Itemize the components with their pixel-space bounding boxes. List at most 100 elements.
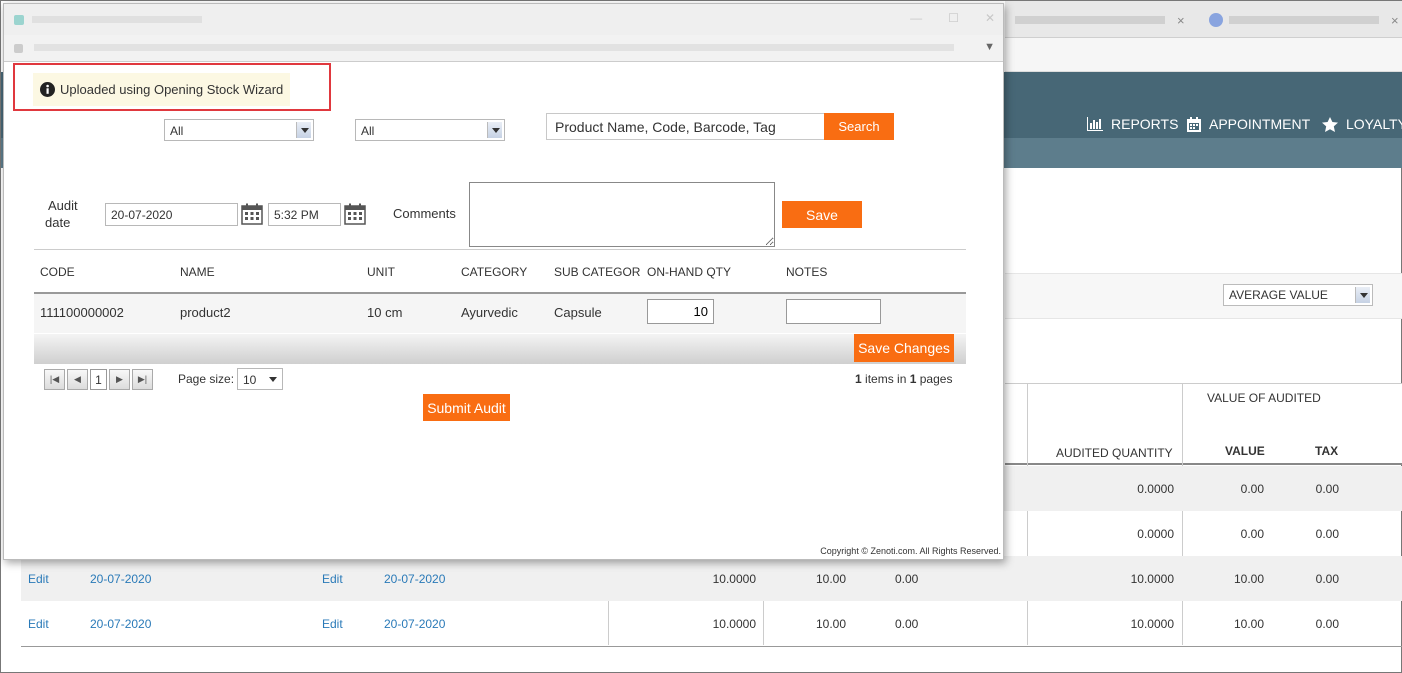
pager: |◀ ◀ 1 ▶ ▶| bbox=[44, 369, 153, 390]
chevron-down-icon[interactable]: ▼ bbox=[984, 41, 995, 53]
audit-date-label-line2: date bbox=[45, 215, 71, 230]
browser-tab-strip: × × bbox=[1005, 1, 1402, 38]
on-hand-qty-input[interactable] bbox=[647, 299, 714, 324]
edit-link[interactable]: Edit bbox=[28, 617, 49, 631]
page-size-value: 10 bbox=[243, 373, 257, 387]
window-controls: — ☐ ✕ bbox=[910, 11, 995, 25]
chevron-down-icon bbox=[487, 122, 502, 138]
close-icon[interactable]: ✕ bbox=[985, 11, 995, 25]
pages-text: pages bbox=[919, 372, 953, 386]
current-page[interactable]: 1 bbox=[90, 369, 107, 390]
audit-popup-window: — ☐ ✕ ▼ Uploaded using Opening Stock Wiz… bbox=[3, 3, 1004, 560]
edit-link[interactable]: Edit bbox=[322, 617, 343, 631]
cell-code: 111100000002 bbox=[40, 305, 124, 320]
last-page-icon[interactable]: ▶| bbox=[132, 369, 153, 390]
next-page-icon[interactable]: ▶ bbox=[109, 369, 130, 390]
items-count: 1 bbox=[855, 372, 862, 386]
date-link[interactable]: 20-07-2020 bbox=[90, 572, 151, 586]
cell-tax: 0.00 bbox=[1315, 527, 1339, 541]
popup-title-bar: — ☐ ✕ bbox=[4, 4, 1003, 35]
cell-category: Ayurvedic bbox=[461, 305, 518, 320]
subcategory-filter-select[interactable]: All bbox=[355, 119, 505, 141]
comments-label: Comments bbox=[393, 206, 456, 221]
cell-unit: 10 cm bbox=[367, 305, 403, 320]
category-filter-select[interactable]: All bbox=[164, 119, 314, 141]
browser-address-bar bbox=[1005, 38, 1402, 72]
submit-audit-button[interactable]: Submit Audit bbox=[423, 394, 510, 421]
cell-sub-category: Capsule bbox=[554, 305, 602, 320]
bar-chart-icon bbox=[1087, 117, 1103, 131]
date-link[interactable]: 20-07-2020 bbox=[384, 617, 445, 631]
col-on-hand-qty: ON-HAND QTY bbox=[647, 265, 731, 279]
cell-value: 10.00 bbox=[815, 617, 846, 631]
edit-link[interactable]: Edit bbox=[322, 572, 343, 586]
items-summary: 1 items in 1 pages bbox=[855, 372, 952, 386]
nav-label: APPOINTMENT bbox=[1209, 116, 1311, 132]
cell-tax: 0.00 bbox=[1315, 482, 1339, 496]
url-blurred bbox=[34, 44, 954, 51]
col-tax: TAX bbox=[1315, 444, 1339, 458]
calendar-icon[interactable] bbox=[241, 203, 263, 225]
cell-tax: 0.00 bbox=[895, 617, 919, 631]
col-code: CODE bbox=[40, 265, 75, 279]
popup-address-bar: ▼ bbox=[4, 35, 1003, 62]
cell-audited-qty: 0.0000 bbox=[1137, 482, 1174, 496]
cell-audited-qty: 10.0000 bbox=[1130, 617, 1174, 631]
save-button[interactable]: Save bbox=[782, 201, 862, 228]
star-icon bbox=[1322, 116, 1338, 132]
notes-input[interactable] bbox=[786, 299, 881, 324]
grid-footer bbox=[34, 334, 966, 364]
audit-date-input[interactable] bbox=[105, 203, 238, 226]
edit-link[interactable]: Edit bbox=[28, 572, 49, 586]
product-name-link[interactable]: product2 bbox=[180, 305, 231, 320]
audit-date-label: Audit bbox=[48, 198, 78, 213]
nav-reports[interactable]: REPORTS bbox=[1087, 116, 1178, 132]
nav-appointment[interactable]: APPOINTMENT bbox=[1187, 116, 1310, 132]
cell-value: 0.00 bbox=[1240, 482, 1264, 496]
col-name: NAME bbox=[180, 265, 215, 279]
cell-value: 10.00 bbox=[1233, 572, 1264, 586]
minimize-icon[interactable]: — bbox=[910, 11, 922, 25]
nav-loyalty[interactable]: LOYALTY bbox=[1322, 116, 1402, 132]
subcategory-filter-value: All bbox=[361, 124, 375, 138]
page-size-select[interactable]: 10 bbox=[237, 368, 283, 390]
cell-value: 10.00 bbox=[1233, 617, 1264, 631]
value-type-select[interactable]: AVERAGE VALUE bbox=[1223, 284, 1373, 306]
audit-time-input[interactable] bbox=[268, 203, 341, 226]
category-filter-value: All bbox=[170, 124, 184, 138]
prev-page-icon[interactable]: ◀ bbox=[67, 369, 88, 390]
search-button[interactable]: Search bbox=[824, 113, 894, 140]
comments-textarea[interactable] bbox=[469, 182, 775, 247]
maximize-icon[interactable]: ☐ bbox=[948, 11, 959, 25]
chevron-down-icon bbox=[1355, 287, 1370, 303]
nav-label: LOYALTY bbox=[1346, 116, 1402, 132]
col-value: VALUE bbox=[1225, 444, 1265, 458]
cell-tax: 0.00 bbox=[1315, 572, 1339, 586]
col-unit: UNIT bbox=[367, 265, 395, 279]
date-link[interactable]: 20-07-2020 bbox=[90, 617, 151, 631]
cell-audited-qty: 0.0000 bbox=[1137, 527, 1174, 541]
first-page-icon[interactable]: |◀ bbox=[44, 369, 65, 390]
items-text: items in bbox=[865, 372, 907, 386]
cell-quantity: 10.0000 bbox=[712, 572, 756, 586]
pages-count: 1 bbox=[909, 372, 917, 386]
popup-title-blurred bbox=[32, 16, 202, 23]
copyright-text: Copyright © Zenoti.com. All Rights Reser… bbox=[820, 546, 1001, 556]
cell-tax: 0.00 bbox=[895, 572, 919, 586]
cell-value: 0.00 bbox=[1240, 527, 1264, 541]
group-header-value-of-audited: VALUE OF AUDITED bbox=[1207, 391, 1321, 405]
time-picker-icon[interactable] bbox=[344, 203, 366, 225]
nav-label: REPORTS bbox=[1111, 116, 1179, 132]
chevron-down-icon bbox=[296, 122, 311, 138]
page-size-label: Page size: bbox=[178, 372, 235, 386]
save-changes-button[interactable]: Save Changes bbox=[854, 334, 954, 362]
cell-audited-qty: 10.0000 bbox=[1130, 572, 1174, 586]
date-link[interactable]: 20-07-2020 bbox=[384, 572, 445, 586]
col-sub-category: SUB CATEGOR bbox=[554, 265, 641, 279]
browser-tab[interactable]: × bbox=[1209, 7, 1399, 33]
product-search-input[interactable] bbox=[546, 113, 826, 140]
cell-tax: 0.00 bbox=[1315, 617, 1339, 631]
calendar-icon bbox=[1187, 116, 1201, 132]
browser-tab[interactable]: × bbox=[1015, 7, 1185, 33]
col-category: CATEGORY bbox=[461, 265, 528, 279]
